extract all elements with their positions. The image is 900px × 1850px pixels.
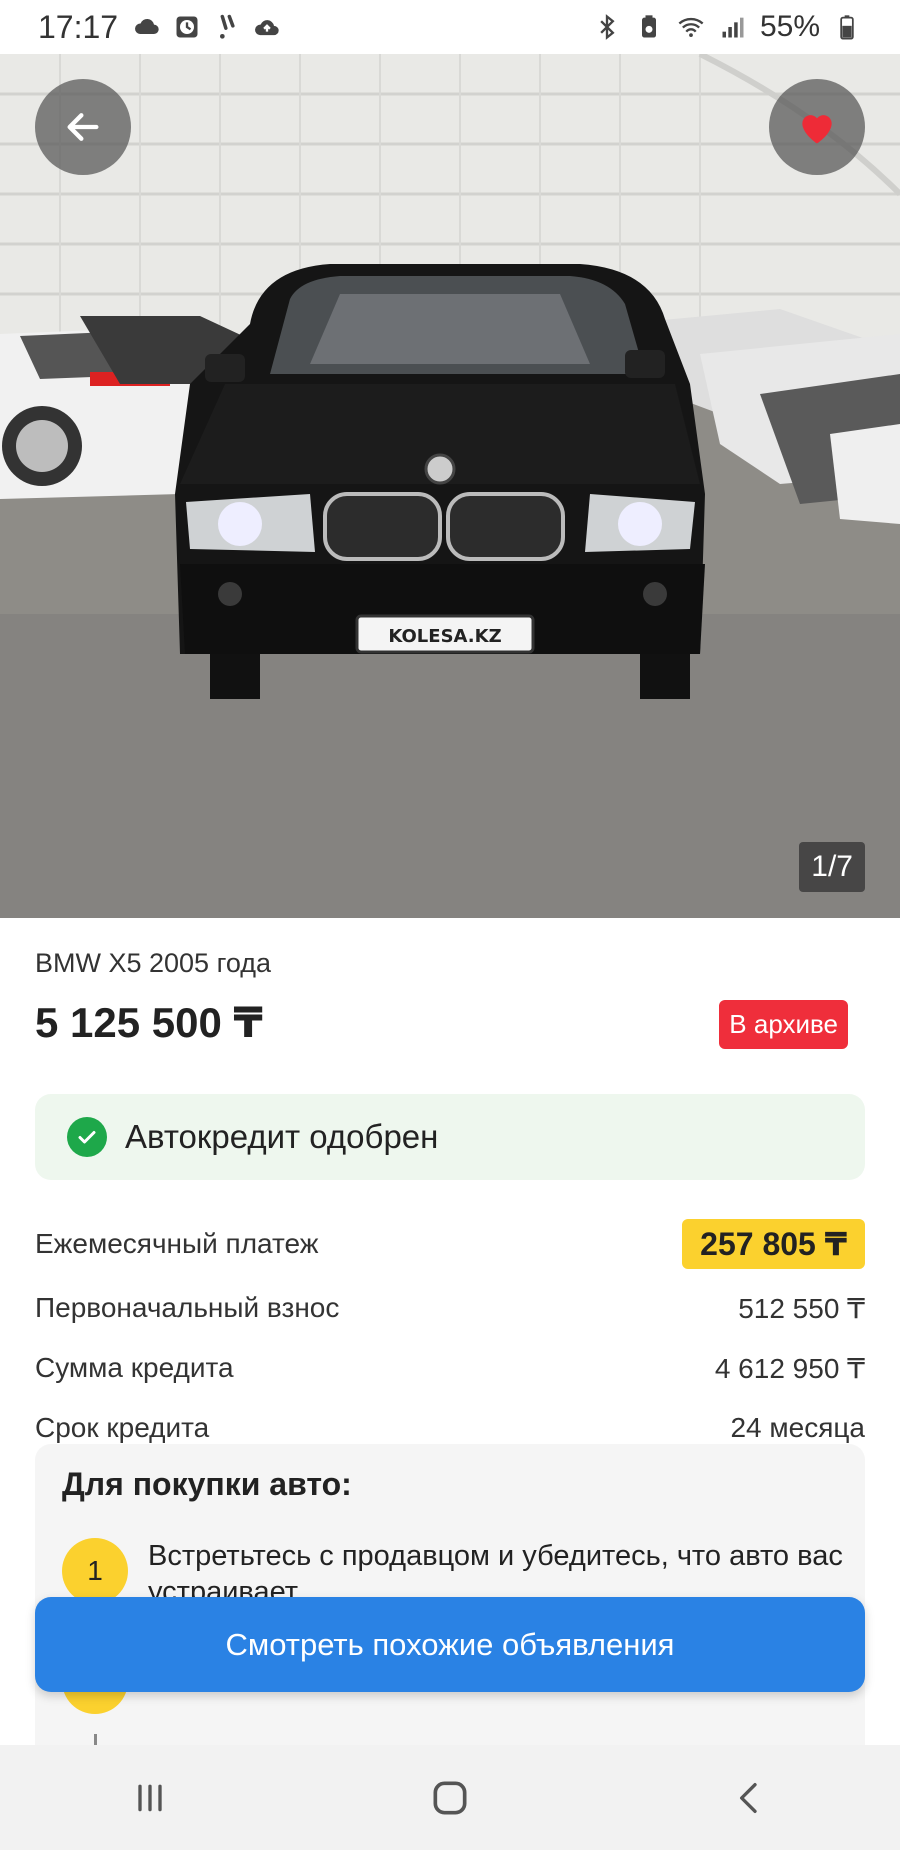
listing-price: 5 125 500 ₸ xyxy=(35,999,263,1046)
credit-row-label: Сумма кредита xyxy=(35,1352,234,1383)
battery-saver-icon xyxy=(634,12,664,42)
cloud-icon xyxy=(132,12,162,42)
credit-row-label: Первоначальный взнос xyxy=(35,1292,340,1323)
credit-row-value: 4 612 950 ₸ xyxy=(714,1352,865,1384)
check-icon xyxy=(67,1117,107,1157)
credit-row-value: 24 месяца xyxy=(730,1412,865,1443)
credit-approved-text: Автокредит одобрен xyxy=(125,1118,439,1155)
credit-row-value: 257 805 ₸ xyxy=(682,1219,865,1269)
battery-percent: 55% xyxy=(759,10,820,43)
signal-icon xyxy=(718,12,748,42)
status-badge: В архиве xyxy=(719,1000,848,1049)
favorite-button[interactable] xyxy=(769,79,865,175)
car-photo: KOLESA.KZ xyxy=(0,54,900,918)
notification-icon xyxy=(212,12,242,42)
recent-apps-button[interactable] xyxy=(110,1758,190,1838)
back-nav-button[interactable] xyxy=(710,1758,790,1838)
similar-listings-button[interactable]: Смотреть похожие объявления xyxy=(35,1597,865,1692)
step-number: 1 xyxy=(62,1538,128,1604)
status-bar: 17:17 55% xyxy=(0,0,900,54)
cloud-upload-icon xyxy=(252,12,282,42)
photo-counter: 1/7 xyxy=(799,842,865,892)
home-button[interactable] xyxy=(410,1758,490,1838)
credit-row-value: 512 550 ₸ xyxy=(738,1292,865,1324)
chevron-left-icon xyxy=(740,1782,757,1813)
bluetooth-icon xyxy=(592,12,622,42)
back-button[interactable] xyxy=(35,79,131,175)
license-plate-text: KOLESA.KZ xyxy=(388,626,501,647)
heart-icon xyxy=(802,115,832,144)
car-photo-gallery[interactable]: KOLESA.KZ 1/7 xyxy=(0,54,900,918)
home-icon xyxy=(433,1781,467,1814)
battery-icon xyxy=(832,12,862,42)
clock-icon xyxy=(172,12,202,42)
arrow-left-icon xyxy=(67,113,99,141)
credit-row-label: Ежемесячный платеж xyxy=(35,1228,319,1259)
credit-row-downpayment: Первоначальный взнос 512 550 ₸ xyxy=(35,1284,865,1332)
purchase-title: Для покупки авто: xyxy=(62,1466,352,1502)
system-nav-bar xyxy=(0,1745,900,1850)
credit-row-amount: Сумма кредита 4 612 950 ₸ xyxy=(35,1344,865,1392)
recent-apps-icon xyxy=(138,1784,162,1811)
clock-time: 17:17 xyxy=(38,8,119,45)
listing-title: BMW X5 2005 года xyxy=(35,948,272,978)
credit-row-monthly: Ежемесячный платеж 257 805 ₸ xyxy=(35,1219,865,1269)
credit-row-label: Срок кредита xyxy=(35,1412,210,1443)
wifi-icon xyxy=(676,12,706,42)
credit-approved-banner: Автокредит одобрен xyxy=(35,1094,865,1180)
